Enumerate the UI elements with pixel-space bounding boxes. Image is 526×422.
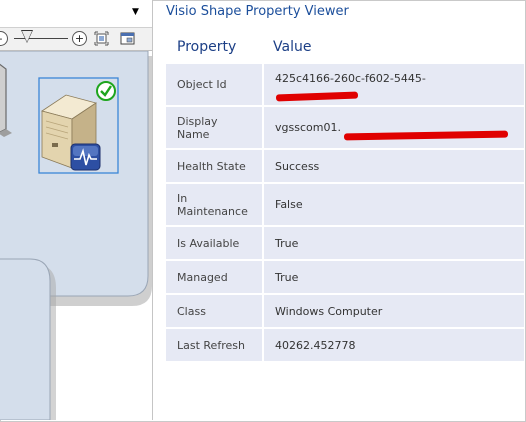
property-name: Class bbox=[166, 295, 262, 329]
viewer-title: Visio Shape Property Viewer bbox=[166, 4, 349, 19]
drawing-canvas[interactable] bbox=[0, 50, 152, 420]
table-row: Object Id 425c4166-260c-f602-5445- bbox=[166, 64, 524, 107]
zoom-in-button[interactable]: + bbox=[72, 31, 87, 46]
property-value: False bbox=[262, 184, 524, 227]
table-row: Is Available True bbox=[166, 227, 524, 261]
property-value: True bbox=[262, 227, 524, 261]
health-monitor-icon bbox=[70, 143, 101, 171]
property-value: Success bbox=[262, 150, 524, 184]
property-table: Property Value Object Id 425c4166-260c-f… bbox=[166, 30, 524, 363]
visio-drawing-pane: ▼ - + bbox=[0, 0, 153, 420]
property-name: Health State bbox=[166, 150, 262, 184]
table-row: Class Windows Computer bbox=[166, 295, 524, 329]
drawing-pane-header: ▼ bbox=[0, 0, 152, 24]
value-column-header: Value bbox=[262, 30, 524, 64]
zoom-out-button[interactable]: - bbox=[0, 31, 8, 46]
table-row: Last Refresh 40262.452778 bbox=[166, 329, 524, 363]
fit-page-icon[interactable] bbox=[94, 31, 109, 46]
zoom-slider-thumb-fill bbox=[22, 31, 32, 42]
property-value: vgsscom01. bbox=[262, 107, 524, 150]
property-name: Last Refresh bbox=[166, 329, 262, 363]
pan-zoom-window-icon[interactable] bbox=[120, 31, 135, 46]
property-name: Display Name bbox=[166, 107, 262, 150]
table-row: Health State Success bbox=[166, 150, 524, 184]
property-name: In Maintenance bbox=[166, 184, 262, 227]
property-name: Managed bbox=[166, 261, 262, 295]
table-row: In Maintenance False bbox=[166, 184, 524, 227]
property-column-header: Property bbox=[166, 30, 262, 64]
table-header-row: Property Value bbox=[166, 30, 524, 64]
property-name: Object Id bbox=[166, 64, 262, 107]
property-name: Is Available bbox=[166, 227, 262, 261]
zoom-toolbar: - + bbox=[0, 27, 152, 51]
property-value: True bbox=[262, 261, 524, 295]
dropdown-arrow-icon[interactable]: ▼ bbox=[132, 7, 139, 17]
property-value: Windows Computer bbox=[262, 295, 524, 329]
healthy-status-icon bbox=[96, 81, 116, 101]
table-row: Display Name vgsscom01. bbox=[166, 107, 524, 150]
property-value: 40262.452778 bbox=[262, 329, 524, 363]
table-row: Managed True bbox=[166, 261, 524, 295]
